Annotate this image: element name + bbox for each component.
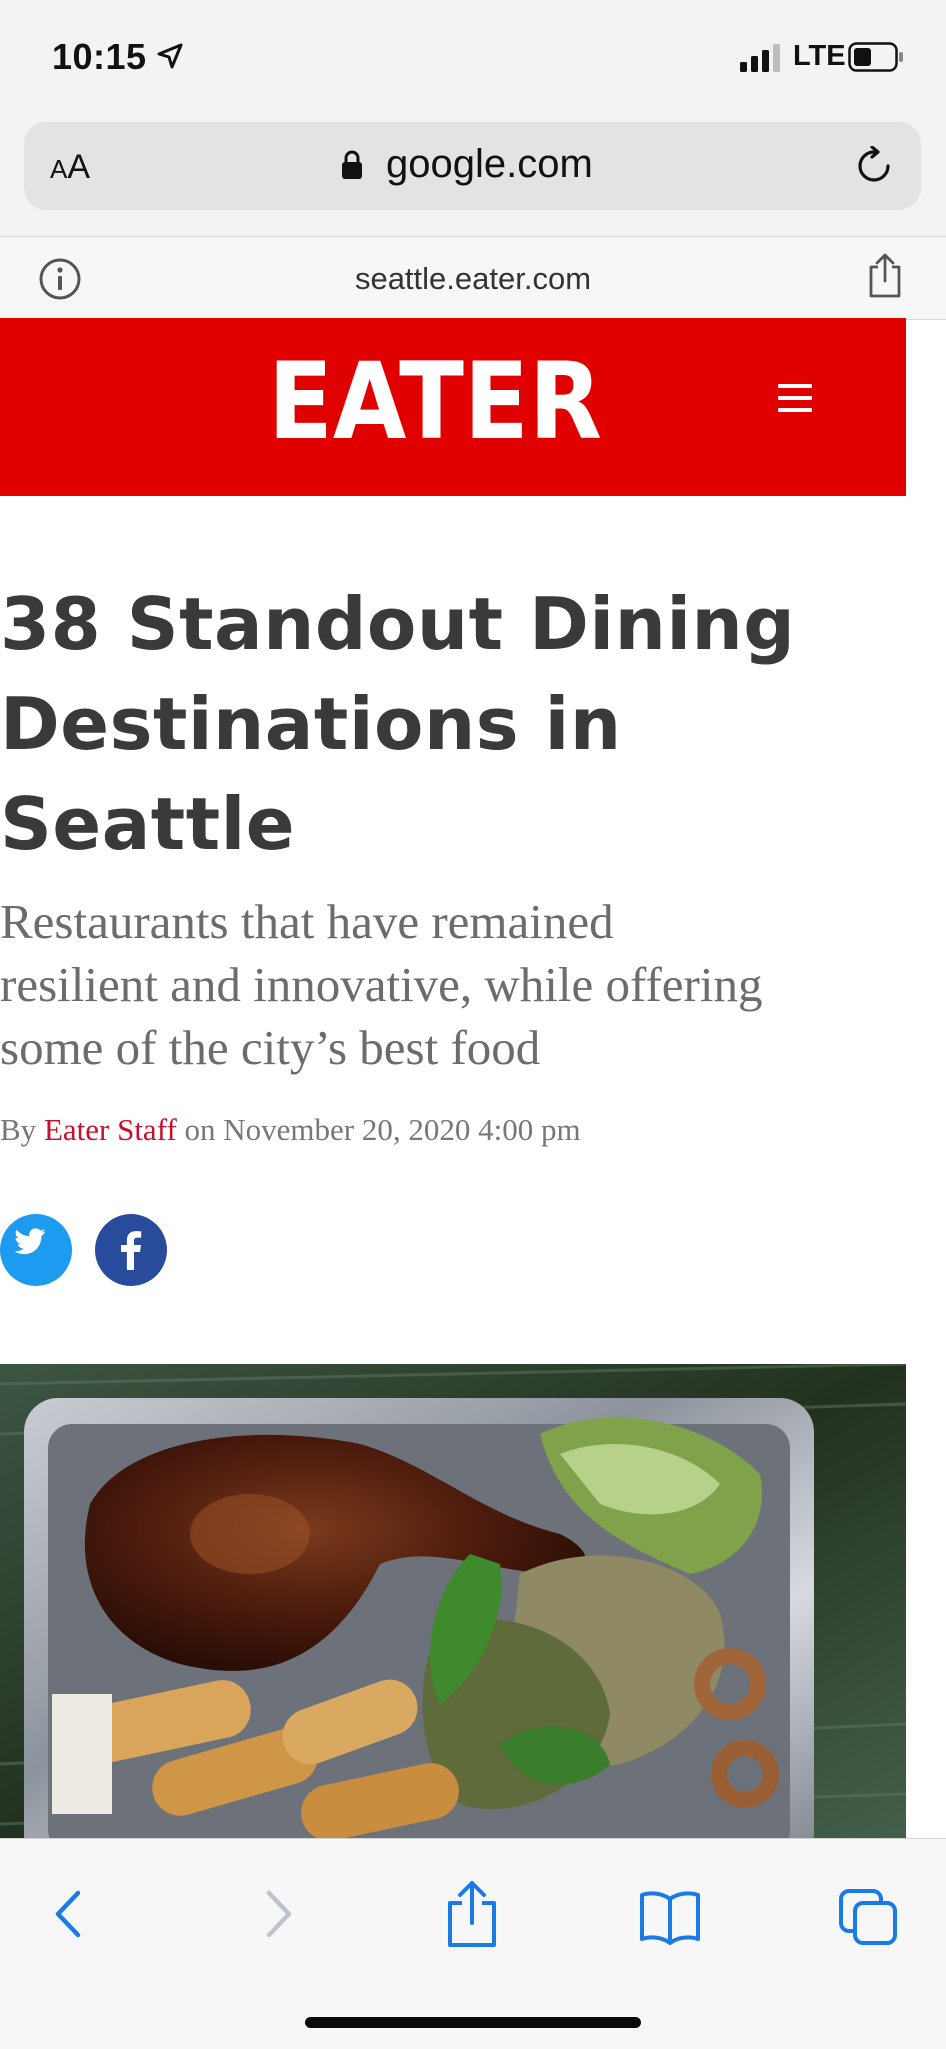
food-tray-illustration [0, 1364, 906, 1838]
back-icon [55, 1890, 81, 1938]
status-time: 10:15 [52, 36, 147, 77]
logo-text: EATER [268, 344, 602, 452]
location-arrow-icon [157, 43, 183, 69]
site-url: seattle.eater.com [354, 261, 592, 296]
back-button[interactable] [40, 1879, 104, 1949]
headline-line: Destinations in [0, 682, 622, 766]
article-headline: 38 Standout Dining Destinations in Seattle [0, 574, 900, 874]
site-header: EATER [0, 318, 906, 496]
share-button[interactable] [440, 1879, 504, 1949]
share-icon [448, 1881, 496, 1947]
carrier-label: LTE [793, 40, 846, 72]
forward-icon [266, 1890, 292, 1938]
reader-aa-button[interactable]: AA [50, 148, 90, 187]
status-bar: 10:15 LTE [0, 0, 946, 118]
twitter-share-button[interactable] [0, 1214, 72, 1286]
eater-logo[interactable]: EATER [268, 344, 602, 452]
facebook-share-button[interactable] [95, 1214, 167, 1286]
lock-icon [342, 150, 362, 179]
byline-date: on November 20, 2020 4:00 pm [176, 1112, 581, 1147]
dek-line: some of the city’s best food [0, 1020, 541, 1075]
facebook-f-icon [121, 1231, 142, 1270]
dek-line: Restaurants that have remained [0, 894, 614, 949]
byline-prefix: By [0, 1112, 44, 1147]
tabs-icon [839, 1889, 897, 1945]
twitter-bird-icon [14, 1228, 46, 1255]
page-info-strip: seattle.eater.com [0, 236, 946, 320]
battery-icon [848, 42, 903, 72]
article-dek: Restaurants that have remained resilient … [0, 890, 900, 1079]
tabs-button[interactable] [837, 1879, 901, 1949]
headline-line: Seattle [0, 782, 296, 866]
headline-line: 38 Standout Dining [0, 582, 796, 666]
reload-icon[interactable] [854, 146, 894, 186]
address-domain[interactable]: google.com [386, 142, 593, 187]
bookmarks-button[interactable] [638, 1879, 702, 1949]
byline: By Eater Staff on November 20, 2020 4:00… [0, 1112, 581, 1148]
bookmarks-icon [640, 1891, 700, 1945]
hamburger-menu-icon[interactable] [778, 384, 812, 414]
address-bar-area: AA google.com [0, 118, 946, 236]
aa-small-letter: A [50, 154, 68, 184]
dek-line: resilient and innovative, while offering [0, 957, 763, 1012]
address-bar[interactable]: AA google.com [24, 122, 921, 210]
hero-food-photo [0, 1364, 906, 1838]
safari-toolbar [0, 1838, 946, 2049]
forward-button[interactable] [243, 1879, 307, 1949]
signal-bars-icon [740, 44, 780, 72]
author-link[interactable]: Eater Staff [44, 1112, 177, 1147]
share-icon[interactable] [866, 253, 904, 299]
home-indicator[interactable] [305, 2017, 641, 2028]
aa-large-letter: A [67, 148, 91, 186]
